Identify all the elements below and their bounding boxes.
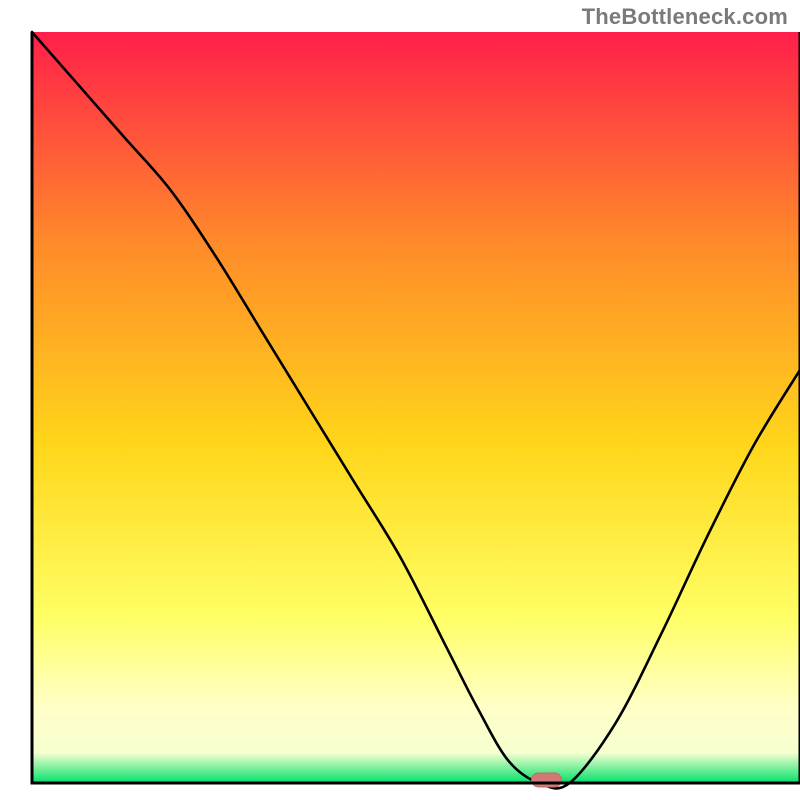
plot-background xyxy=(32,32,800,783)
chart-container: TheBottleneck.com xyxy=(0,0,800,800)
minimum-marker xyxy=(532,773,562,787)
attribution-label: TheBottleneck.com xyxy=(582,4,788,30)
bottleneck-chart xyxy=(0,0,800,800)
